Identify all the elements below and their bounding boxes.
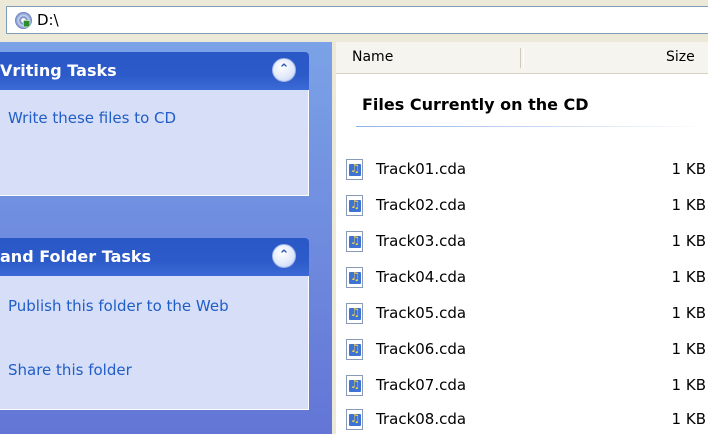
file-name: Track07.cda: [376, 376, 467, 394]
cd-drive-icon: [15, 12, 32, 29]
file-row[interactable]: Track03.cda 1 KB: [336, 224, 708, 260]
audio-track-icon: [346, 231, 363, 252]
write-files-to-cd-link[interactable]: Write these files to CD: [8, 108, 176, 128]
file-row[interactable]: Track04.cda 1 KB: [336, 260, 708, 296]
audio-track-icon: [346, 303, 363, 324]
address-path: D:\: [37, 11, 59, 29]
file-folder-tasks-header[interactable]: and Folder Tasks ⌃: [0, 238, 309, 276]
group-header: Files Currently on the CD: [362, 95, 589, 114]
audio-track-icon: [346, 267, 363, 288]
column-header-size[interactable]: Size: [666, 49, 695, 65]
address-bar: D:\: [0, 0, 708, 42]
file-folder-tasks-title: and Folder Tasks: [0, 247, 152, 266]
file-name: Track08.cda: [376, 410, 467, 428]
file-size: 1 KB: [671, 376, 706, 394]
audio-track-icon: [346, 409, 363, 430]
writing-tasks-header[interactable]: Vriting Tasks ⌃: [0, 52, 309, 90]
file-size: 1 KB: [671, 340, 706, 358]
file-size: 1 KB: [671, 304, 706, 322]
file-name: Track02.cda: [376, 196, 467, 214]
file-row[interactable]: Track02.cda 1 KB: [336, 188, 708, 224]
audio-track-icon: [346, 159, 363, 180]
file-row[interactable]: Track01.cda 1 KB: [336, 152, 708, 188]
file-row[interactable]: Track08.cda 1 KB: [336, 402, 708, 438]
file-size: 1 KB: [671, 410, 706, 428]
file-name: Track03.cda: [376, 232, 467, 250]
audio-track-icon: [346, 375, 363, 396]
file-folder-tasks-body: Publish this folder to the Web Share thi…: [0, 276, 309, 410]
file-name: Track06.cda: [376, 340, 467, 358]
writing-tasks-title: Vriting Tasks: [0, 61, 117, 80]
file-name: Track01.cda: [376, 160, 467, 178]
file-row[interactable]: Track06.cda 1 KB: [336, 332, 708, 368]
file-name: Track04.cda: [376, 268, 467, 286]
task-pane: Vriting Tasks ⌃ Write these files to CD …: [0, 42, 332, 434]
chevron-up-double-icon[interactable]: ⌃: [272, 58, 296, 82]
chevron-up-double-icon[interactable]: ⌃: [272, 244, 296, 268]
file-size: 1 KB: [671, 232, 706, 250]
audio-track-icon: [346, 195, 363, 216]
share-folder-link[interactable]: Share this folder: [8, 360, 132, 380]
file-name: Track05.cda: [376, 304, 467, 322]
file-row[interactable]: Track05.cda 1 KB: [336, 296, 708, 332]
address-field[interactable]: D:\: [6, 6, 708, 34]
publish-folder-link[interactable]: Publish this folder to the Web: [8, 296, 258, 316]
file-row[interactable]: Track07.cda 1 KB: [336, 368, 708, 404]
column-header-name[interactable]: Name: [352, 49, 393, 65]
writing-tasks-body: Write these files to CD: [0, 90, 309, 196]
file-size: 1 KB: [671, 196, 706, 214]
group-divider: [356, 126, 708, 127]
file-size: 1 KB: [671, 160, 706, 178]
column-separator[interactable]: [520, 48, 524, 68]
file-size: 1 KB: [671, 268, 706, 286]
file-list: Name Size Files Currently on the CD Trac…: [336, 42, 708, 434]
column-headers: Name Size: [336, 42, 708, 74]
audio-track-icon: [346, 339, 363, 360]
